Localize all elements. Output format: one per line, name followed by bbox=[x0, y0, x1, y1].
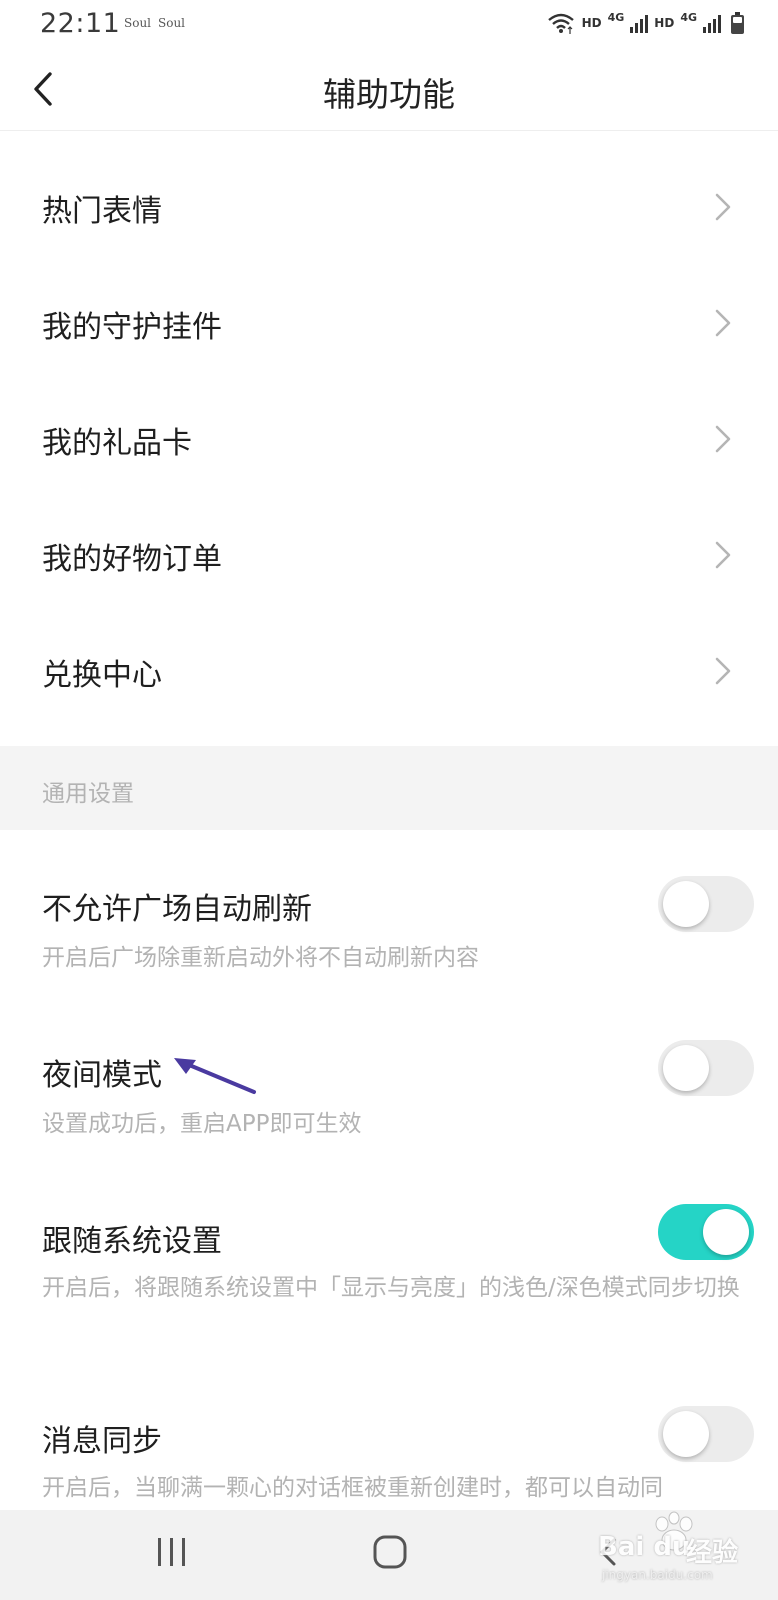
hd-indicator: HD bbox=[581, 16, 602, 30]
battery-icon bbox=[731, 12, 744, 34]
home-icon[interactable] bbox=[368, 1530, 412, 1574]
setting-title: 跟随系统设置 bbox=[42, 1224, 222, 1259]
menu-item-hot-emoji[interactable]: 热门表情 bbox=[0, 150, 778, 266]
toggle-knob bbox=[663, 1045, 709, 1091]
night-mode-toggle[interactable] bbox=[658, 1040, 754, 1096]
status-bar: 22:11 Soul Soul HD 4G HD 4G bbox=[0, 0, 778, 48]
setting-title: 夜间模式 bbox=[42, 1058, 162, 1093]
setting-description: 开启后，当聊满一颗心的对话框被重新创建时，都可以自动同 bbox=[42, 1475, 663, 1501]
follow-system-toggle[interactable] bbox=[658, 1204, 754, 1260]
setting-title: 不允许广场自动刷新 bbox=[42, 892, 312, 927]
watermark-label: 经验 bbox=[686, 1538, 739, 1568]
watermark-domain: jingyan.baidu.com bbox=[602, 1568, 713, 1582]
chevron-right-icon bbox=[715, 309, 731, 337]
chevron-right-icon bbox=[715, 425, 731, 453]
watermark-brand: Bai du bbox=[598, 1532, 691, 1562]
menu-item-label: 我的守护挂件 bbox=[42, 310, 222, 345]
baidu-watermark: Bai du 经验 jingyan.baidu.com bbox=[598, 1510, 768, 1590]
toggle-knob bbox=[663, 1411, 709, 1457]
menu-item-label: 热门表情 bbox=[42, 194, 162, 229]
nav-bar: 辅助功能 bbox=[0, 48, 778, 131]
toggle-knob bbox=[703, 1209, 749, 1255]
chevron-right-icon bbox=[715, 657, 731, 685]
network-type: 4G bbox=[680, 10, 697, 24]
setting-description: 开启后广场除重新启动外将不自动刷新内容 bbox=[42, 945, 479, 971]
menu-item-label: 我的礼品卡 bbox=[42, 426, 192, 461]
menu-item-guardian-pendant[interactable]: 我的守护挂件 bbox=[0, 266, 778, 382]
signal-icon bbox=[630, 13, 649, 33]
menu-item-label: 兑换中心 bbox=[42, 658, 162, 693]
menu-item-redeem-center[interactable]: 兑换中心 bbox=[0, 614, 778, 730]
status-time: 22:11 bbox=[40, 8, 121, 39]
app-indicator: Soul bbox=[124, 16, 152, 30]
hd-indicator: HD bbox=[654, 16, 675, 30]
section-header: 通用设置 bbox=[0, 746, 778, 830]
app-indicator: Soul bbox=[158, 16, 186, 30]
recents-icon[interactable] bbox=[150, 1530, 194, 1574]
no-auto-refresh-toggle[interactable] bbox=[658, 876, 754, 932]
chevron-right-icon bbox=[715, 541, 731, 569]
network-type: 4G bbox=[607, 10, 625, 24]
setting-description: 开启后，将跟随系统设置中「显示与亮度」的浅色/深色模式同步切换 bbox=[42, 1275, 740, 1301]
menu-item-goods-orders[interactable]: 我的好物订单 bbox=[0, 498, 778, 614]
wifi-icon bbox=[547, 13, 574, 34]
setting-title: 消息同步 bbox=[42, 1424, 162, 1459]
chevron-right-icon bbox=[715, 193, 731, 221]
page-title: 辅助功能 bbox=[323, 75, 455, 114]
status-icons: HD 4G HD 4G bbox=[546, 10, 744, 36]
setting-description: 设置成功后，重启APP即可生效 bbox=[42, 1111, 362, 1137]
annotation-arrow-icon bbox=[174, 1058, 256, 1094]
menu-item-label: 我的好物订单 bbox=[42, 542, 222, 577]
section-title: 通用设置 bbox=[42, 781, 134, 807]
signal-icon bbox=[703, 13, 721, 33]
menu-item-gift-card[interactable]: 我的礼品卡 bbox=[0, 382, 778, 498]
message-sync-toggle[interactable] bbox=[658, 1406, 754, 1462]
toggle-knob bbox=[663, 881, 709, 927]
